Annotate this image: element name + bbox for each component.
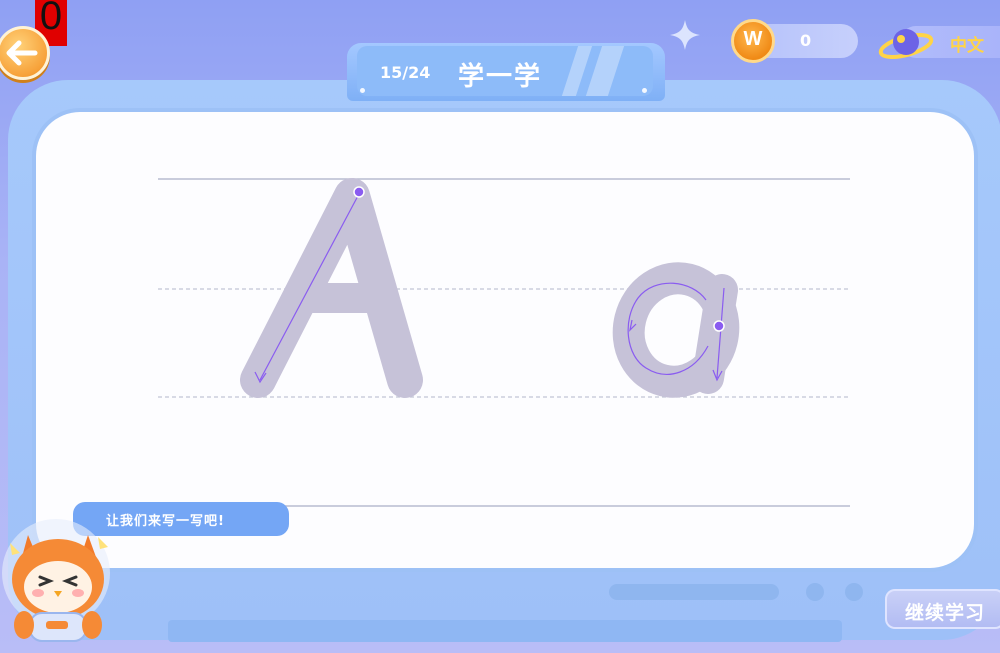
speech-text: 让我们来写一写吧! — [106, 514, 225, 529]
stroke-start-dot — [713, 320, 725, 332]
owl-mascot — [2, 519, 110, 642]
continue-label: 继续学习 — [905, 602, 986, 624]
lowercase-letter[interactable] — [612, 262, 740, 398]
tracing-area[interactable]: A a — [0, 0, 1000, 653]
uppercase-letter[interactable] — [240, 178, 423, 398]
continue-button[interactable]: 继续学习 — [885, 589, 1000, 629]
stroke-start-dot — [353, 186, 365, 198]
